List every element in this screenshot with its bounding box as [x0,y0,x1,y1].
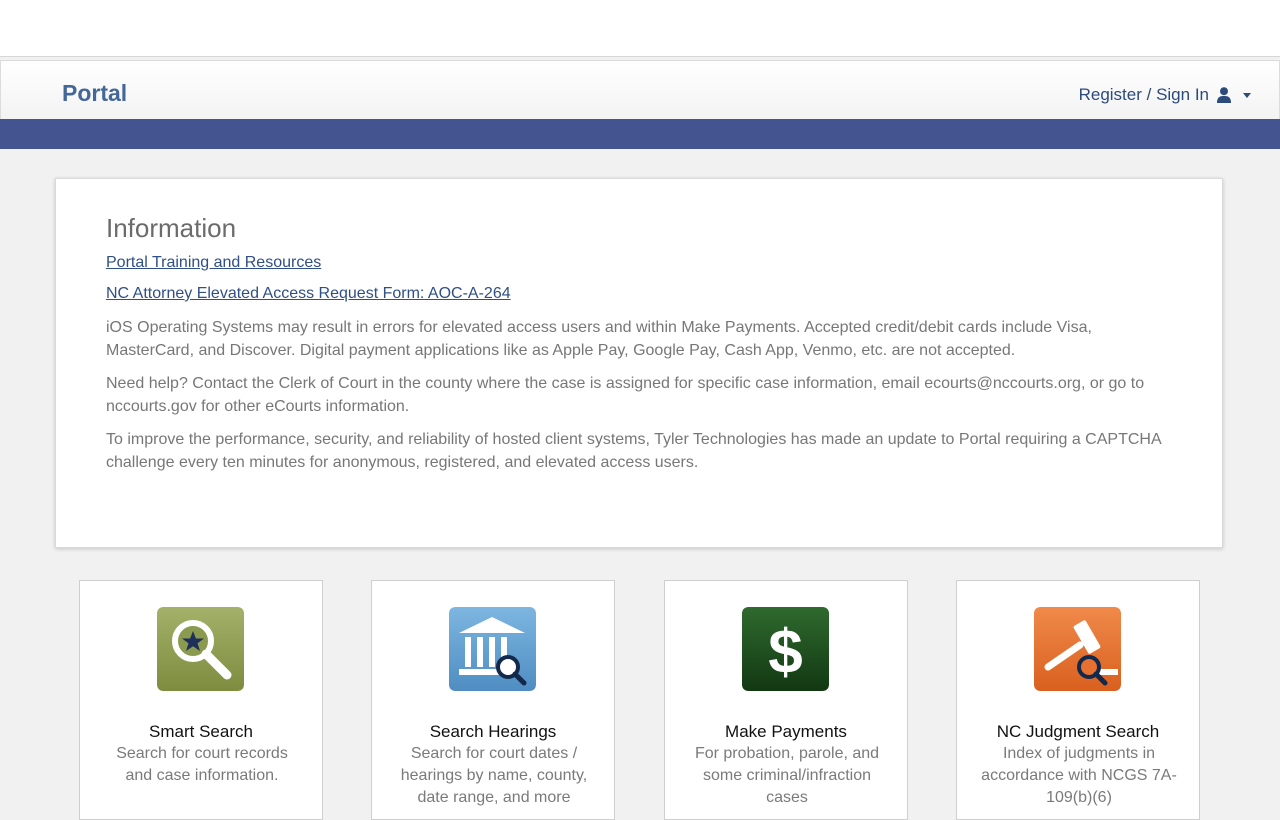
tile-description: For probation, parole, and some criminal… [694,745,880,806]
information-title: Information [106,213,237,243]
dollar-icon: $ [742,607,829,691]
info-paragraph: To improve the performance, security, an… [106,431,1161,471]
tile-description: Search for court dates / hearings by nam… [400,745,588,806]
register-signin-menu[interactable]: Register / Sign In [1079,85,1251,105]
info-paragraph: Need help? Contact the Clerk of Court in… [106,375,1145,415]
chevron-down-icon [1243,92,1251,98]
tile-title: Smart Search [149,722,253,741]
attorney-access-form-link[interactable]: NC Attorney Elevated Access Request Form… [106,285,1176,303]
smart-search-tile[interactable]: Smart Search Search for court records an… [79,580,323,820]
information-card: Information Portal Training and Resource… [55,178,1223,548]
tile-description: Index of judgments in accordance with NC… [981,745,1177,806]
search-hearings-tile[interactable]: Search Hearings Search for court dates /… [371,580,615,820]
navbar: Portal Register / Sign In [0,60,1280,120]
signin-label: Register / Sign In [1078,85,1209,104]
info-paragraph: iOS Operating Systems may result in erro… [106,319,1092,359]
svg-text:$: $ [768,618,802,687]
tile-title: NC Judgment Search [996,722,1160,741]
header-band [0,119,1280,149]
tile-description: Search for court records and case inform… [116,745,288,784]
tile-title: Search Hearings [429,722,557,741]
portal-training-link[interactable]: Portal Training and Resources [106,254,1176,272]
courthouse-search-icon [449,607,536,691]
top-blank-bar [0,0,1280,57]
gavel-search-icon [1034,607,1121,691]
tile-title: Make Payments [725,722,847,741]
make-payments-tile[interactable]: $ Make Payments For probation, parole, a… [664,580,908,820]
brand-link[interactable]: Portal [62,80,127,107]
nc-judgment-search-tile[interactable]: NC Judgment Search Index of judgments in… [956,580,1200,820]
user-icon [1217,87,1231,103]
magnifier-star-icon [157,607,244,691]
